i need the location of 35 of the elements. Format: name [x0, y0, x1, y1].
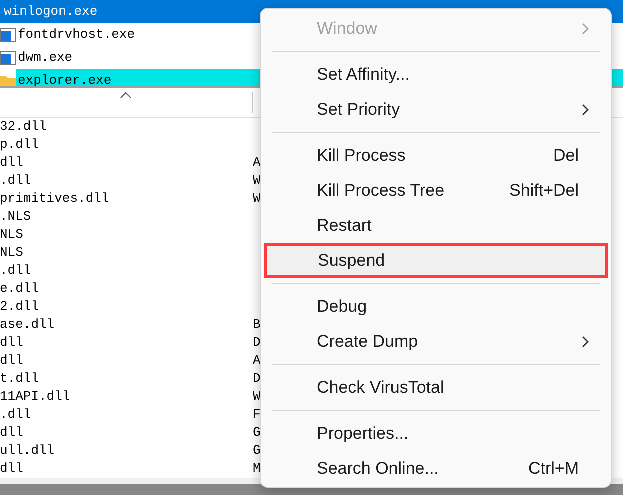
module-description: G: [253, 424, 261, 442]
module-description: M: [253, 460, 261, 478]
module-name: dll: [0, 460, 24, 478]
module-name: primitives.dll: [0, 190, 110, 208]
module-name: NLS: [0, 226, 24, 244]
module-description: F: [253, 406, 261, 424]
shortcut-label: Shift+Del: [510, 180, 579, 202]
module-name: p.dll: [0, 136, 40, 154]
module-name: dll: [0, 154, 24, 172]
process-name: fontdrvhost.exe: [18, 26, 136, 44]
module-name: NLS: [0, 244, 24, 262]
module-name: 11API.dll: [0, 388, 72, 406]
module-name: e.dll: [0, 280, 40, 298]
process-name: winlogon.exe: [4, 2, 98, 21]
module-description: A: [253, 352, 261, 370]
module-description: B: [253, 316, 261, 334]
module-name: 2.dll: [0, 298, 40, 316]
module-description: D: [253, 334, 261, 352]
module-name: .dll: [0, 262, 32, 280]
process-name: dwm.exe: [18, 48, 73, 67]
module-name: ase.dll: [0, 316, 56, 334]
module-name: .dll: [0, 172, 32, 190]
shortcut-label: Ctrl+M: [528, 458, 579, 480]
module-name: dll: [0, 352, 24, 370]
module-name: .dll: [0, 406, 32, 424]
module-name: ull.dll: [0, 442, 56, 460]
module-name: .NLS: [0, 208, 32, 226]
module-description: A: [253, 154, 261, 172]
module-name: t.dll: [0, 370, 40, 388]
module-description: D: [253, 370, 261, 388]
module-name: 32.dll: [0, 118, 48, 136]
module-name: dll: [0, 424, 24, 442]
shortcut-label: Del: [553, 144, 579, 167]
module-name: dll: [0, 334, 24, 352]
module-description: G: [253, 442, 261, 460]
